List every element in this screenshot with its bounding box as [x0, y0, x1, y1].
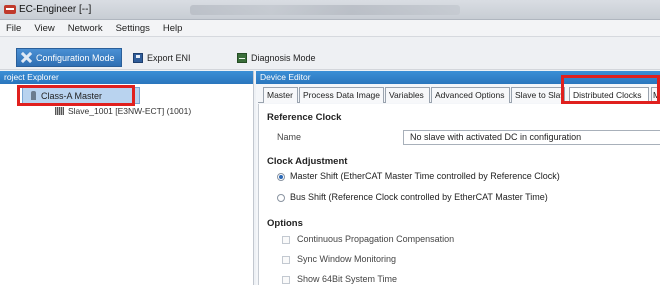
window-title: EC-Engineer [--] [19, 4, 92, 15]
menu-bar: File View Network Settings Help [0, 20, 660, 37]
clock-adjustment-title: Clock Adjustment [267, 156, 348, 167]
device-editor-panel: Device Editor Master Process Data Image … [256, 71, 660, 285]
export-eni-label: Export ENI [147, 53, 191, 63]
project-explorer-panel: roject Explorer Class-A Master Slave_100… [0, 71, 254, 285]
menu-view[interactable]: View [34, 23, 54, 34]
blurred-menu-strip [190, 5, 460, 15]
bus-shift-label: Bus Shift (Reference Clock controlled by… [290, 192, 548, 202]
app-icon [4, 5, 16, 14]
show-64bit-label: Show 64Bit System Time [297, 274, 398, 284]
configuration-mode-button[interactable]: Configuration Mode [16, 48, 122, 67]
master-shift-radio[interactable] [277, 173, 285, 181]
diagnosis-mode-button[interactable]: Diagnosis Mode [237, 51, 316, 65]
show-64bit-checkbox[interactable] [282, 276, 290, 284]
bus-shift-radio[interactable] [277, 194, 285, 202]
highlight-box-master [17, 85, 135, 106]
reference-clock-name-label: Name [277, 132, 302, 142]
title-bar: EC-Engineer [--] [0, 0, 660, 20]
tree-item-slave-label: Slave_1001 [E3NW-ECT] (1001) [68, 106, 192, 116]
reference-clock-title: Reference Clock [267, 112, 342, 123]
menu-settings[interactable]: Settings [116, 23, 150, 34]
tree-item-slave[interactable]: Slave_1001 [E3NW-ECT] (1001) [55, 106, 191, 116]
master-shift-label: Master Shift (EtherCAT Master Time contr… [290, 171, 560, 181]
sync-window-checkbox[interactable] [282, 256, 290, 264]
distributed-clocks-content: Reference Clock Name No slave with activ… [258, 104, 660, 285]
sync-window-label: Sync Window Monitoring [297, 254, 397, 264]
toolbar: Configuration Mode Export ENI Diagnosis … [0, 37, 660, 70]
highlight-box-distributed-clocks [561, 75, 660, 104]
menu-file[interactable]: File [6, 23, 21, 34]
save-disk-icon [133, 53, 143, 63]
diagnosis-icon [237, 53, 247, 63]
diagnosis-mode-label: Diagnosis Mode [251, 53, 316, 63]
continuous-propagation-checkbox[interactable] [282, 236, 290, 244]
continuous-propagation-label: Continuous Propagation Compensation [297, 234, 455, 244]
tab-slave-to-slave[interactable]: Slave to Slav [511, 87, 565, 103]
configuration-mode-label: Configuration Mode [36, 52, 115, 63]
tab-master[interactable]: Master [263, 87, 298, 103]
project-explorer-header: roject Explorer [0, 71, 253, 84]
reference-clock-name-field[interactable]: No slave with activated DC in configurat… [403, 130, 660, 145]
export-eni-button[interactable]: Export ENI [133, 51, 191, 65]
slave-device-icon [55, 107, 64, 115]
wrench-icon [21, 52, 32, 63]
tab-advanced-options[interactable]: Advanced Options [431, 87, 510, 103]
menu-help[interactable]: Help [163, 23, 183, 34]
tab-process-data-image[interactable]: Process Data Image [299, 87, 384, 103]
tab-variables[interactable]: Variables [385, 87, 430, 103]
menu-network[interactable]: Network [68, 23, 103, 34]
options-title: Options [267, 218, 303, 229]
